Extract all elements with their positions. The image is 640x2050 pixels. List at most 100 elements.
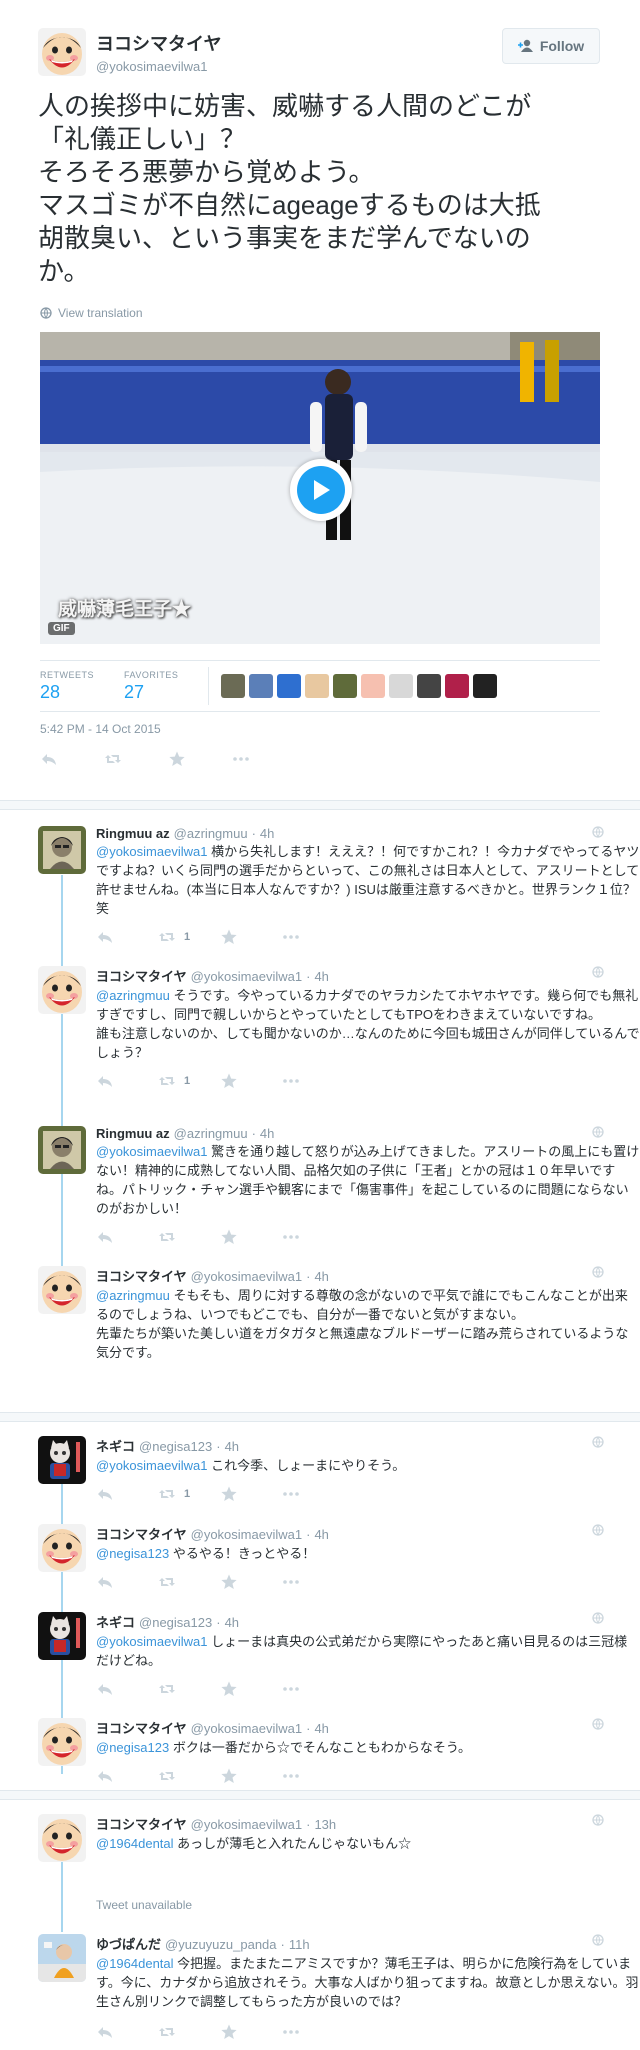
reply-button[interactable] <box>96 1072 114 1090</box>
avatar[interactable] <box>389 674 414 698</box>
more-button[interactable] <box>282 928 300 946</box>
reply-button[interactable] <box>96 1680 114 1698</box>
author-handle[interactable]: @yokosimaevilwa1 <box>191 1721 302 1736</box>
favorite-button[interactable] <box>220 1485 238 1503</box>
view-translation-link[interactable]: View translation <box>40 306 143 320</box>
reply-button[interactable] <box>96 928 114 946</box>
author-name[interactable]: ヨコシマタイヤ <box>96 1266 187 1285</box>
avatar[interactable] <box>305 674 330 698</box>
globe-icon[interactable] <box>592 966 604 978</box>
author-name[interactable]: ネギコ <box>96 1436 135 1455</box>
author-handle[interactable]: @yokosimaevilwa1 <box>96 59 221 74</box>
avatar[interactable] <box>38 1266 86 1314</box>
retweet-button[interactable] <box>158 1573 176 1591</box>
reply-button[interactable] <box>40 750 58 768</box>
favorite-button[interactable] <box>220 2023 238 2041</box>
more-button[interactable] <box>282 1072 300 1090</box>
avatar[interactable] <box>38 966 86 1014</box>
mention-link[interactable]: @negisa123 <box>96 1740 169 1755</box>
author-handle[interactable]: @yokosimaevilwa1 <box>191 1817 302 1832</box>
retweet-button[interactable]: 1 <box>158 1485 190 1503</box>
reply-button[interactable] <box>96 1767 114 1785</box>
retweet-button[interactable]: 1 <box>158 928 190 946</box>
more-button[interactable] <box>282 1680 300 1698</box>
mention-link[interactable]: @yokosimaevilwa1 <box>96 1634 207 1649</box>
favorites-stat[interactable]: FAVORITES 27 <box>124 670 178 703</box>
favorite-button[interactable] <box>220 1767 238 1785</box>
avatar[interactable] <box>333 674 358 698</box>
retweets-stat[interactable]: RETWEETS 28 <box>40 670 94 703</box>
play-button[interactable] <box>290 459 352 521</box>
avatar[interactable] <box>38 1524 86 1572</box>
author-name[interactable]: ネギコ <box>96 1612 135 1631</box>
avatar[interactable] <box>38 1934 86 1982</box>
retweet-button[interactable] <box>158 1767 176 1785</box>
reply-button[interactable] <box>96 1485 114 1503</box>
globe-icon[interactable] <box>592 1524 604 1536</box>
reply-time[interactable]: 4h <box>314 1527 328 1542</box>
globe-icon[interactable] <box>592 1436 604 1448</box>
author-name[interactable]: ヨコシマタイヤ <box>96 966 187 985</box>
avatar[interactable] <box>38 28 86 76</box>
favorite-button[interactable] <box>220 928 238 946</box>
mention-link[interactable]: @yokosimaevilwa1 <box>96 844 207 859</box>
reply-time[interactable]: 4h <box>314 969 328 984</box>
author-handle[interactable]: @yokosimaevilwa1 <box>191 1527 302 1542</box>
globe-icon[interactable] <box>592 1266 604 1278</box>
avatar[interactable] <box>417 674 442 698</box>
reply-button[interactable] <box>96 2023 114 2041</box>
follow-button[interactable]: Follow <box>502 28 600 64</box>
author-handle[interactable]: @negisa123 <box>139 1439 212 1454</box>
more-button[interactable] <box>282 1485 300 1503</box>
retweet-button[interactable]: 1 <box>158 1072 190 1090</box>
mention-link[interactable]: @negisa123 <box>96 1546 169 1561</box>
author-handle[interactable]: @azringmuu <box>174 1126 248 1141</box>
retweet-button[interactable] <box>158 1228 176 1246</box>
author-name[interactable]: ヨコシマタイヤ <box>96 30 221 56</box>
mention-link[interactable]: @azringmuu <box>96 1288 170 1303</box>
mention-link[interactable]: @1964dental <box>96 1956 174 1971</box>
mention-link[interactable]: @yokosimaevilwa1 <box>96 1144 207 1159</box>
author-name[interactable]: ゆづぱんだ <box>96 1934 161 1953</box>
reply-time[interactable]: 4h <box>314 1269 328 1284</box>
reply-time[interactable]: 13h <box>314 1817 336 1832</box>
favorite-button[interactable] <box>220 1072 238 1090</box>
avatar[interactable] <box>38 1436 86 1484</box>
avatar[interactable] <box>473 674 498 698</box>
avatar[interactable] <box>38 1814 86 1862</box>
avatar[interactable] <box>221 674 246 698</box>
reply-time[interactable]: 4h <box>260 826 274 841</box>
mention-link[interactable]: @azringmuu <box>96 988 170 1003</box>
favorite-button[interactable] <box>220 1573 238 1591</box>
more-button[interactable] <box>232 750 250 768</box>
more-button[interactable] <box>282 1228 300 1246</box>
avatar[interactable] <box>445 674 470 698</box>
avatar[interactable] <box>38 1126 86 1174</box>
reply-time[interactable]: 4h <box>260 1126 274 1141</box>
author-name[interactable]: ヨコシマタイヤ <box>96 1524 187 1543</box>
media-gif[interactable]: 威嚇薄毛王子★ GIF <box>40 332 600 644</box>
mention-link[interactable]: @yokosimaevilwa1 <box>96 1458 207 1473</box>
retweet-button[interactable] <box>158 2023 176 2041</box>
globe-icon[interactable] <box>592 1814 604 1826</box>
favorite-button[interactable] <box>220 1680 238 1698</box>
reply-time[interactable]: 4h <box>314 1721 328 1736</box>
reply-button[interactable] <box>96 1228 114 1246</box>
avatar[interactable] <box>38 1612 86 1660</box>
author-name[interactable]: Ringmuu az <box>96 826 170 841</box>
author-handle[interactable]: @yuzuyuzu_panda <box>165 1937 277 1952</box>
tweet-timestamp[interactable]: 5:42 PM - 14 Oct 2015 <box>40 722 161 736</box>
avatar[interactable] <box>38 826 86 874</box>
reply-button[interactable] <box>96 1573 114 1591</box>
author-handle[interactable]: @yokosimaevilwa1 <box>191 1269 302 1284</box>
author-handle[interactable]: @negisa123 <box>139 1615 212 1630</box>
reply-time[interactable]: 4h <box>225 1615 239 1630</box>
reply-time[interactable]: 11h <box>289 1937 310 1952</box>
author-handle[interactable]: @yokosimaevilwa1 <box>191 969 302 984</box>
globe-icon[interactable] <box>592 1126 604 1138</box>
author-handle[interactable]: @azringmuu <box>174 826 248 841</box>
author-name[interactable]: ヨコシマタイヤ <box>96 1814 187 1833</box>
globe-icon[interactable] <box>592 1934 604 1946</box>
author-name[interactable]: ヨコシマタイヤ <box>96 1718 187 1737</box>
mention-link[interactable]: @1964dental <box>96 1836 174 1851</box>
